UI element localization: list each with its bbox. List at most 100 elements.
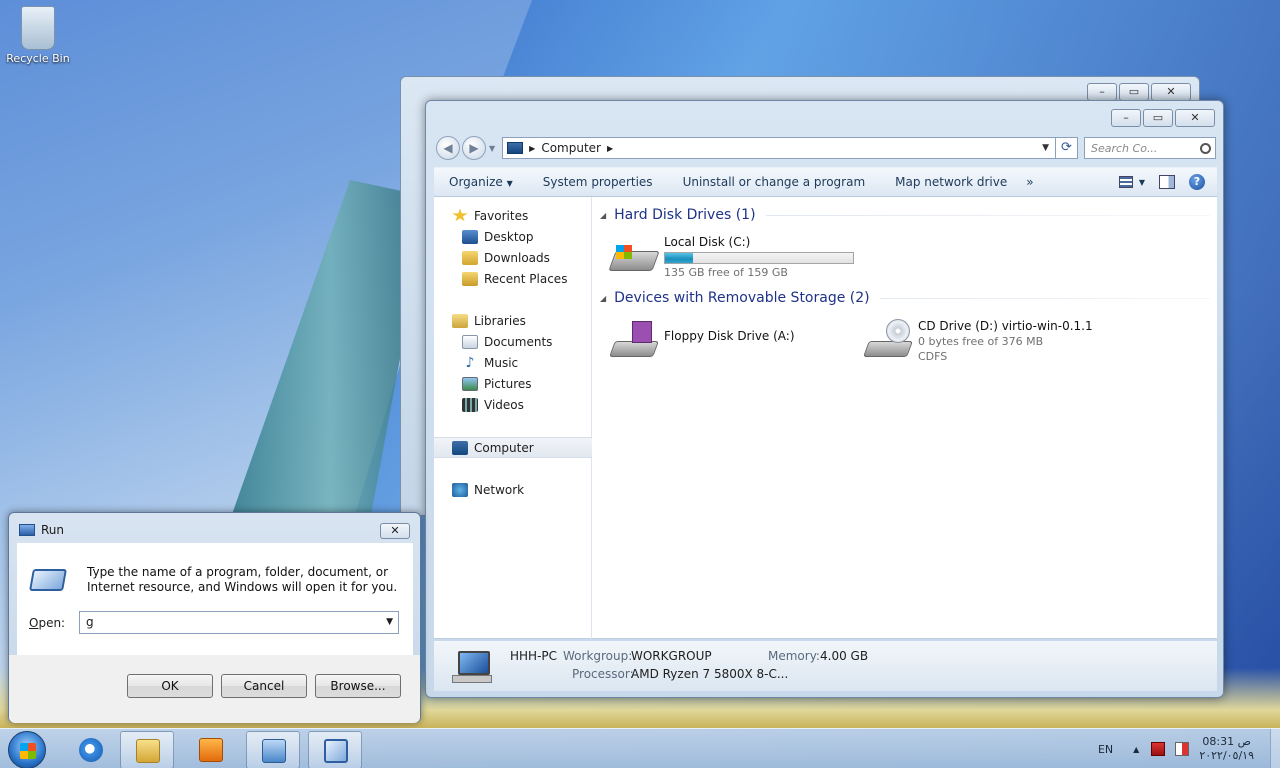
nav-label: Favorites <box>474 208 529 223</box>
show-desktop-button[interactable] <box>1270 729 1280 768</box>
drive-floppy-a[interactable]: Floppy Disk Drive (A:) <box>609 319 795 359</box>
nav-label: Desktop <box>484 229 534 244</box>
show-hidden-icons-button[interactable]: ▲ <box>1133 745 1139 754</box>
processor-value: AMD Ryzen 7 5800X 8-C... <box>631 667 789 681</box>
drive-free-space: 135 GB free of 159 GB <box>664 266 788 279</box>
breadcrumb-arrow-icon[interactable]: ▶ <box>607 144 613 153</box>
taskbar-ie[interactable] <box>64 731 118 768</box>
breadcrumb-arrow-icon[interactable]: ▶ <box>529 144 535 153</box>
forward-button[interactable]: ▶ <box>462 136 486 160</box>
media-player-icon <box>199 738 223 762</box>
floppy-disk-icon <box>609 319 659 359</box>
nav-item-recent-places[interactable]: Recent Places <box>434 268 592 289</box>
drive-usage-bar <box>664 252 854 264</box>
star-icon <box>452 208 468 222</box>
drive-local-disk-c[interactable]: Local Disk (C:) 135 GB free of 159 GB <box>608 235 854 279</box>
preview-pane-icon[interactable] <box>1159 175 1175 189</box>
search-input[interactable]: Search Co... <box>1084 137 1216 159</box>
refresh-button[interactable]: ⟳ <box>1056 137 1078 159</box>
nav-item-favorites[interactable]: Favorites <box>434 205 592 226</box>
maximize-button[interactable]: ▭ <box>1119 83 1149 101</box>
minimize-button[interactable]: – <box>1111 109 1141 127</box>
pc-name: HHH-PC <box>510 649 558 663</box>
desktop-icon-label: Recycle Bin <box>6 52 70 65</box>
nav-label: Documents <box>484 334 553 349</box>
ok-button[interactable]: OK <box>127 674 213 698</box>
group-hard-disk-drives[interactable]: ◢ Hard Disk Drives (1) <box>600 207 1210 223</box>
change-view-icon[interactable] <box>1118 176 1133 188</box>
start-button[interactable] <box>8 731 46 768</box>
group-removable-storage[interactable]: ◢ Devices with Removable Storage (2) <box>600 290 1210 306</box>
drive-free-space: 0 bytes free of 376 MB <box>918 335 1044 348</box>
nav-item-desktop[interactable]: Desktop <box>434 226 592 247</box>
open-combobox[interactable]: g ▼ <box>79 611 399 634</box>
language-indicator[interactable]: EN <box>1098 743 1113 756</box>
nav-item-downloads[interactable]: Downloads <box>434 247 592 268</box>
address-bar[interactable]: ▶ Computer ▶ ▼ <box>502 137 1056 159</box>
address-dropdown-icon[interactable]: ▼ <box>1036 143 1055 153</box>
command-bar: Organize ▼ System properties Uninstall o… <box>434 167 1217 197</box>
collapse-icon[interactable]: ◢ <box>600 294 606 303</box>
memory-value: 4.00 GB <box>820 649 869 663</box>
documents-icon <box>462 334 478 349</box>
nav-item-documents[interactable]: Documents <box>434 331 592 352</box>
recent-pages-dropdown[interactable]: ▼ <box>489 144 495 153</box>
taskbar-media-player[interactable] <box>184 731 238 768</box>
computer-icon <box>452 649 494 685</box>
back-button[interactable]: ◀ <box>436 136 460 160</box>
run-dialog[interactable]: Run ✕ Type the name of a program, folder… <box>8 512 421 723</box>
nav-item-pictures[interactable]: Pictures <box>434 373 592 394</box>
nav-label: Music <box>484 355 519 370</box>
close-button[interactable]: ✕ <box>1175 109 1215 127</box>
drive-cd-d[interactable]: CD Drive (D:) virtio-win-0.1.1 0 bytes f… <box>863 319 1093 363</box>
maximize-button[interactable]: ▭ <box>1143 109 1173 127</box>
computer-icon <box>452 440 468 455</box>
volume-muted-icon[interactable] <box>1175 742 1190 756</box>
pictures-icon <box>462 376 478 391</box>
nav-item-network[interactable]: Network <box>434 479 592 500</box>
uninstall-program-button[interactable]: Uninstall or change a program <box>668 175 881 189</box>
more-commands-button[interactable]: » <box>1022 175 1037 189</box>
action-center-icon[interactable] <box>1151 742 1166 756</box>
browse-button[interactable]: Browse... <box>315 674 401 698</box>
nav-item-videos[interactable]: Videos <box>434 394 592 415</box>
group-header: Hard Disk Drives (1) <box>614 207 756 223</box>
clock[interactable]: 08:31 ص ٢٠٢٢/٠٥/١٩ <box>1199 735 1254 763</box>
taskbar-run[interactable] <box>308 731 362 768</box>
run-icon <box>29 569 67 591</box>
dropdown-arrow-icon[interactable]: ▼ <box>386 612 393 633</box>
open-input-value[interactable]: g <box>86 615 94 629</box>
taskbar-control-panel[interactable] <box>246 731 300 768</box>
taskbar-explorer[interactable] <box>120 731 174 768</box>
search-icon[interactable] <box>1200 142 1211 154</box>
map-network-drive-button[interactable]: Map network drive <box>880 175 1022 189</box>
run-icon <box>19 524 35 536</box>
nav-item-music[interactable]: ♪ Music <box>434 352 592 373</box>
content-area: Favorites Desktop Downloads Recent Place… <box>434 197 1217 639</box>
nav-label: Computer <box>474 440 534 455</box>
open-label: Open: <box>29 616 65 630</box>
computer-icon <box>507 142 524 154</box>
processor-label: Processor: <box>572 667 634 681</box>
breadcrumb-computer[interactable]: Computer <box>541 141 601 155</box>
nav-item-libraries[interactable]: Libraries <box>434 310 592 331</box>
collapse-icon[interactable]: ◢ <box>600 211 606 220</box>
system-properties-button[interactable]: System properties <box>528 175 668 189</box>
drive-name: CD Drive (D:) virtio-win-0.1.1 <box>918 319 1093 333</box>
drive-name: Floppy Disk Drive (A:) <box>664 329 795 343</box>
organize-button[interactable]: Organize ▼ <box>434 175 528 189</box>
help-icon[interactable]: ? <box>1189 174 1205 190</box>
minimize-button[interactable]: – <box>1087 83 1117 101</box>
desktop-icon-recycle-bin[interactable]: Recycle Bin <box>4 6 72 65</box>
nav-label: Pictures <box>484 376 532 391</box>
organize-label: Organize <box>449 175 503 189</box>
view-dropdown-icon[interactable]: ▼ <box>1139 178 1145 187</box>
close-button[interactable]: ✕ <box>380 523 410 539</box>
run-description: Type the name of a program, folder, docu… <box>87 565 398 594</box>
close-button[interactable]: ✕ <box>1151 83 1191 101</box>
navigation-bar: ◀ ▶ ▼ ▶ Computer ▶ ▼ ⟳ Search Co... <box>436 135 1216 161</box>
nav-item-computer[interactable]: Computer <box>434 437 592 458</box>
explorer-window[interactable]: – ▭ ✕ ◀ ▶ ▼ ▶ Computer ▶ ▼ ⟳ Search Co..… <box>425 100 1224 698</box>
cancel-button[interactable]: Cancel <box>221 674 307 698</box>
nav-label: Recent Places <box>484 271 568 286</box>
